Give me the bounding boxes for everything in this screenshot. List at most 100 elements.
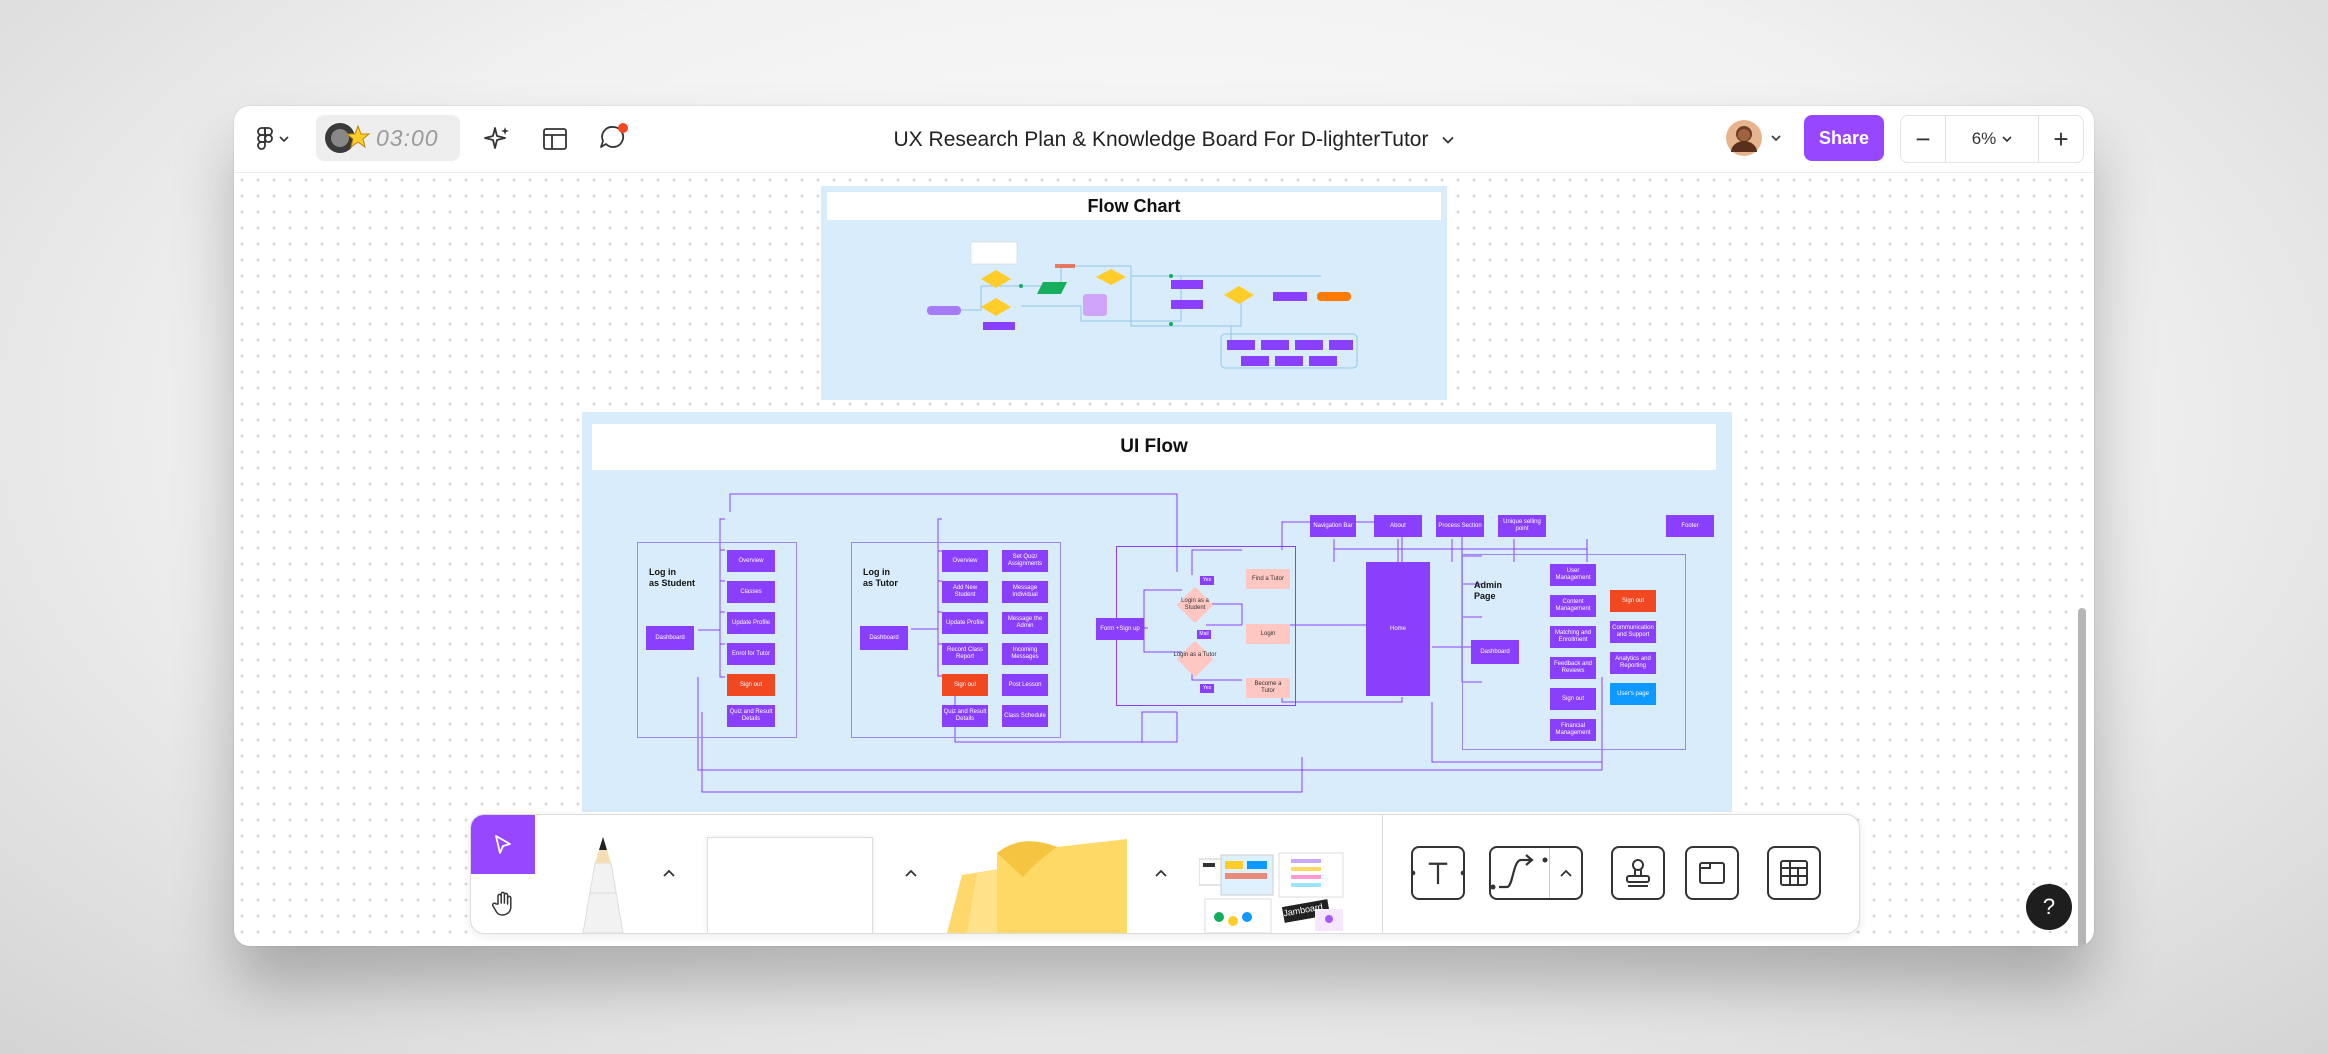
timer-avatar-icon <box>325 123 371 153</box>
nav-bar-node[interactable]: Navigation Bar <box>1310 515 1356 537</box>
tutor-item[interactable]: Class Schedule <box>1002 705 1048 727</box>
connector-options-divider <box>1549 848 1550 898</box>
student-signout[interactable]: Sign out <box>727 674 775 696</box>
board-title-button[interactable]: UX Research Plan & Knowledge Board For D… <box>864 126 1484 154</box>
toolbar-divider <box>1382 815 1383 933</box>
student-dashboard[interactable]: Dashboard <box>646 626 694 650</box>
tutor-item[interactable]: Post Lesson <box>1002 674 1048 696</box>
timer-widget[interactable]: 03:00 <box>316 115 460 161</box>
yes-label: Yes <box>1200 576 1214 585</box>
tutor-item[interactable]: Quiz and Result Details <box>942 705 988 727</box>
ui-flow-section[interactable]: UI Flow Log in as Student Dashboard Over… <box>582 412 1732 812</box>
shape-options-caret[interactable] <box>899 861 923 885</box>
mail-label: Mail <box>1197 630 1211 639</box>
app-window: Flow Chart UI Flow Log in as Student Das… <box>234 106 2094 946</box>
connector-icon <box>1491 854 1548 890</box>
admin-item[interactable]: Feedback and Reviews <box>1550 657 1596 679</box>
tutor-group-label: Log in as Tutor <box>863 567 898 588</box>
login-node[interactable]: Login <box>1246 624 1290 644</box>
chevron-up-icon <box>663 869 675 877</box>
users-page-node[interactable]: User's page <box>1610 683 1656 705</box>
hand-tool[interactable] <box>471 874 535 933</box>
student-item[interactable]: Enrol for Tutor <box>727 643 775 665</box>
flow-chart-section[interactable]: Flow Chart <box>821 186 1447 400</box>
admin-item[interactable]: Matching and Enrollment <box>1550 626 1596 648</box>
admin-item[interactable]: Content Management <box>1550 595 1596 617</box>
ai-button[interactable] <box>478 120 516 158</box>
student-group-label: Log in as Student <box>649 567 696 588</box>
admin-group-label: Admin Page <box>1474 580 1502 601</box>
top-toolbar: 03:00 UX Research Plan & Knowledge Board… <box>234 106 2094 173</box>
tutor-item[interactable]: Record Class Report <box>942 643 988 665</box>
tutor-item[interactable]: Message Individual <box>1002 581 1048 603</box>
tutor-item[interactable]: Update Profile <box>942 612 988 634</box>
help-button[interactable]: ? <box>2026 884 2072 930</box>
connector-tool[interactable] <box>1489 846 1583 900</box>
zoom-level-dropdown[interactable]: 6% <box>1945 116 2039 162</box>
sticky-note-tool[interactable] <box>927 833 1147 933</box>
find-tutor-node[interactable]: Find a Tutor <box>1246 569 1290 589</box>
tutor-item[interactable]: Message the Admin <box>1002 612 1048 634</box>
move-tool[interactable] <box>471 815 535 874</box>
tutor-signout[interactable]: Sign out <box>942 674 988 696</box>
share-button[interactable]: Share <box>1804 115 1884 161</box>
form-signup-node[interactable]: Form +Sign up <box>1096 618 1144 640</box>
hand-icon <box>491 891 512 916</box>
usp-node[interactable]: Unique selling point <box>1498 515 1546 537</box>
chevron-up-icon <box>1155 869 1167 877</box>
admin-item[interactable]: Sign out <box>1550 688 1596 710</box>
comments-button[interactable] <box>594 118 634 158</box>
zoom-out-button[interactable]: − <box>1901 116 1945 162</box>
pencil-tool[interactable] <box>563 833 643 933</box>
main-menu-button[interactable] <box>248 120 298 158</box>
section-tool[interactable] <box>1685 846 1739 900</box>
admin-dashboard[interactable]: Dashboard <box>1471 640 1519 664</box>
vertical-scrollbar[interactable] <box>2078 608 2086 946</box>
student-item[interactable]: Overview <box>727 550 775 572</box>
table-tool[interactable] <box>1767 846 1821 900</box>
layout-icon <box>543 128 567 150</box>
chevron-up-icon <box>905 869 917 877</box>
admin-item[interactable]: Financial Management <box>1550 719 1596 741</box>
chevron-down-icon <box>1771 135 1781 142</box>
creation-toolbar: Jamboard <box>470 814 1860 934</box>
user-avatar-button[interactable] <box>1718 116 1788 160</box>
stickers-stack-tool[interactable]: Jamboard <box>1198 851 1351 933</box>
become-tutor-node[interactable]: Become a Tutor <box>1246 678 1290 698</box>
about-node[interactable]: About <box>1374 515 1422 537</box>
tutor-item[interactable]: Set Quiz/ Assignments <box>1002 550 1048 572</box>
yes-label: Yes <box>1200 684 1214 693</box>
tutor-item[interactable]: Incoming Messages <box>1002 643 1048 665</box>
admin-item[interactable]: Analytics and Reporting <box>1610 652 1656 674</box>
sparkle-icon <box>484 127 509 149</box>
sticker-stack-icon <box>1198 852 1344 933</box>
text-tool[interactable] <box>1411 846 1465 900</box>
tutor-item[interactable]: Add New Student <box>942 581 988 603</box>
admin-item[interactable]: User Management <box>1550 564 1596 586</box>
home-node[interactable]: Home <box>1366 562 1430 696</box>
chevron-down-icon <box>279 136 289 143</box>
stamp-tool[interactable] <box>1611 846 1665 900</box>
text-icon <box>1413 862 1463 885</box>
zoom-control: − 6% + <box>1900 115 2084 163</box>
shape-tool[interactable] <box>707 837 873 933</box>
connector-options-caret[interactable] <box>1554 861 1578 885</box>
avatar <box>1726 120 1762 156</box>
pencil-options-caret[interactable] <box>657 861 681 885</box>
chevron-down-icon <box>1442 136 1455 144</box>
admin-signout[interactable]: Sign out <box>1610 590 1656 612</box>
student-item[interactable]: Classes <box>727 581 775 603</box>
zoom-in-button[interactable]: + <box>2039 116 2083 162</box>
board-title: UX Research Plan & Knowledge Board For D… <box>893 128 1429 151</box>
tutor-dashboard[interactable]: Dashboard <box>860 626 908 650</box>
admin-item[interactable]: Communication and Support <box>1610 621 1656 643</box>
templates-button[interactable] <box>536 120 574 158</box>
login-tutor-label: Login as a Tutor <box>1173 652 1217 658</box>
student-item[interactable]: Update Profile <box>727 612 775 634</box>
timer-text: 03:00 <box>376 124 439 151</box>
sticky-options-caret[interactable] <box>1149 861 1173 885</box>
process-node[interactable]: Process Section <box>1436 515 1484 537</box>
footer-node[interactable]: Footer <box>1666 515 1714 537</box>
tutor-item[interactable]: Overview <box>942 550 988 572</box>
student-item[interactable]: Quiz and Result Details <box>727 705 775 727</box>
